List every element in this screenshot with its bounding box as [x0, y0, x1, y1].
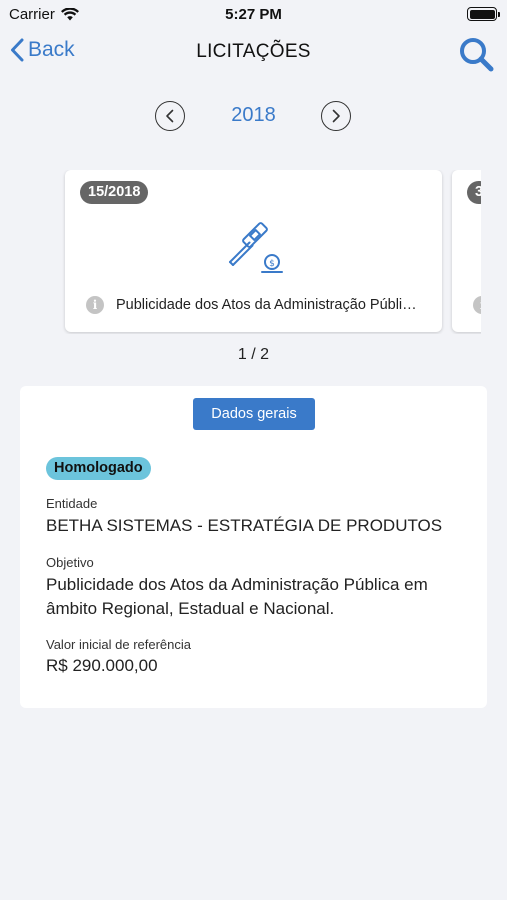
carrier-label: Carrier — [9, 5, 55, 23]
tab-general-data[interactable]: Dados gerais — [193, 398, 315, 430]
details-panel: Dados gerais Homologado Entidade BETHA S… — [20, 386, 487, 708]
reference-value-amount: R$ 290.000,00 — [46, 656, 158, 675]
next-year-button[interactable] — [321, 101, 351, 131]
object-value: Publicidade dos Atos da Administração Pú… — [46, 575, 428, 618]
chevron-right-icon — [332, 109, 340, 123]
bid-description: i Publicidade dos Atos da Administração … — [86, 296, 436, 314]
bid-card[interactable]: 15/2018 $ i Publicidade dos Atos da Admi… — [65, 170, 442, 332]
info-icon: i — [86, 296, 104, 314]
search-icon — [460, 38, 494, 72]
reference-value-label: Valor inicial de referência — [46, 637, 191, 652]
bid-number-badge: 3 — [467, 181, 481, 204]
info-icon: i — [473, 296, 481, 314]
battery-icon — [467, 7, 500, 21]
object-label: Objetivo — [46, 555, 94, 570]
carrier-signal: Carrier — [9, 6, 79, 23]
status-bar: Carrier 5:27 PM — [0, 0, 507, 28]
search-button[interactable] — [457, 35, 495, 73]
year-selector: 2018 — [0, 98, 507, 134]
entity-value: BETHA SISTEMAS - ESTRATÉGIA DE PRODUTOS — [46, 516, 443, 535]
carousel-pager: 1 / 2 — [237, 346, 270, 363]
bid-description-text: Publicidade dos Atos da Administração Pú… — [116, 297, 417, 313]
bid-description: i — [473, 296, 481, 314]
auction-gavel-icon: $ — [229, 222, 283, 273]
entity-label: Entidade — [46, 496, 98, 511]
page-title: LICITAÇÕES — [196, 41, 311, 62]
wifi-icon — [60, 7, 79, 20]
navigation-bar: Back LICITAÇÕES — [0, 28, 507, 78]
bid-card[interactable]: 3 i — [452, 170, 481, 332]
svg-text:$: $ — [269, 259, 275, 269]
selected-year: 2018 — [231, 104, 276, 126]
bid-carousel[interactable]: 15/2018 $ i Publicidade dos Atos da Admi… — [0, 170, 481, 334]
bid-number-badge: 15/2018 — [80, 181, 149, 204]
status-badge: Homologado — [46, 457, 151, 480]
